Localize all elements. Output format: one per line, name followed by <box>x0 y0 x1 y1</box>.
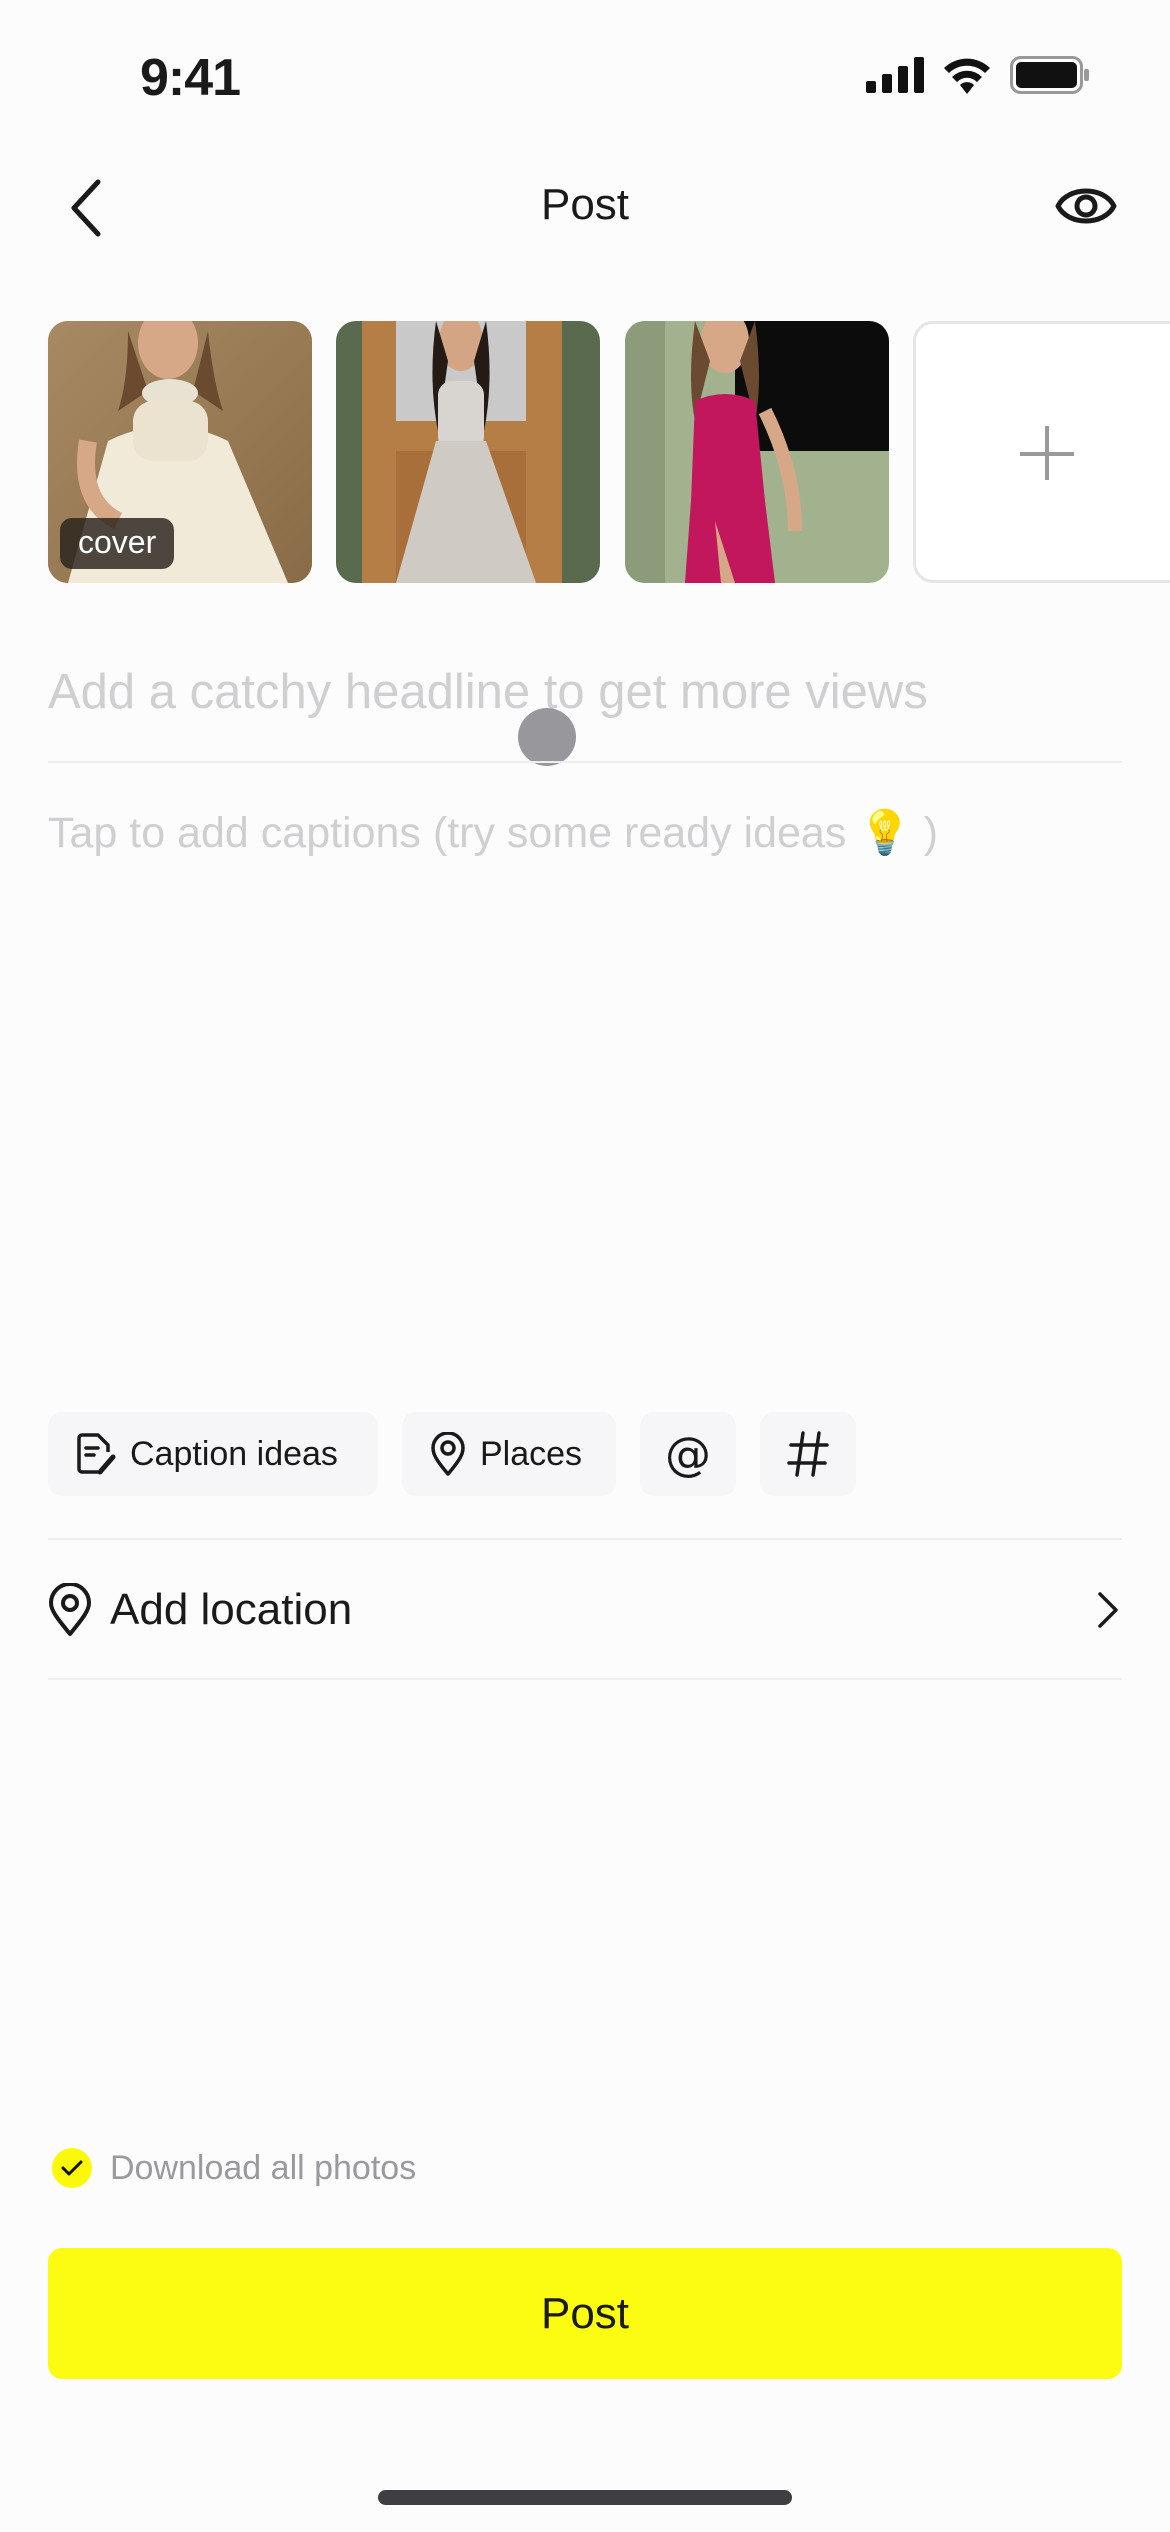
section-divider <box>48 1678 1122 1680</box>
home-indicator[interactable] <box>378 2490 792 2505</box>
photo-image <box>625 321 889 583</box>
battery-icon <box>1010 56 1089 94</box>
eye-icon <box>1055 188 1117 224</box>
chip-label: Places <box>480 1434 583 1473</box>
caption-input[interactable]: Tap to add captions (try some ready idea… <box>48 808 1122 858</box>
lightbulb-icon: 💡 <box>858 809 912 857</box>
hashtag-chip[interactable] <box>760 1412 856 1496</box>
photo-thumbnail-3[interactable] <box>625 321 889 583</box>
headline-divider <box>48 761 1122 763</box>
photo-image <box>336 321 600 583</box>
preview-button[interactable] <box>1054 180 1118 232</box>
location-pin-icon <box>431 1432 465 1476</box>
photo-thumbnail-2[interactable] <box>336 321 600 583</box>
status-icons <box>866 56 1090 94</box>
status-time: 9:41 <box>140 49 241 107</box>
section-divider <box>48 1538 1122 1540</box>
caption-placeholder: Tap to add captions (try some ready idea… <box>48 809 847 857</box>
location-pin-icon <box>49 1583 91 1636</box>
hashtag-icon <box>787 1431 829 1477</box>
page-title: Post <box>540 180 630 229</box>
chevron-right-icon <box>1098 1592 1118 1628</box>
download-label: Download all photos <box>110 2148 417 2187</box>
checkbox-checked[interactable] <box>52 2148 92 2188</box>
download-all-photos-toggle[interactable]: Download all photos <box>52 2148 416 2188</box>
cover-badge: cover <box>60 518 175 569</box>
chip-label: Caption ideas <box>130 1434 338 1473</box>
add-location-label: Add location <box>110 1585 353 1634</box>
cellular-signal-icon <box>866 57 924 93</box>
places-chip[interactable]: Places <box>402 1412 616 1496</box>
mention-chip[interactable]: @ <box>640 1412 736 1496</box>
post-button[interactable]: Post <box>48 2248 1122 2379</box>
add-location-row[interactable]: Add location <box>48 1560 1122 1660</box>
at-icon: @ <box>665 1427 711 1481</box>
add-photo-button[interactable] <box>913 321 1170 583</box>
checkmark-icon <box>61 2160 83 2176</box>
wifi-icon <box>944 58 990 94</box>
headline-input[interactable]: Add a catchy headline to get more views <box>48 664 1122 720</box>
caption-ideas-chip[interactable]: Caption ideas <box>48 1412 378 1496</box>
caption-placeholder-suffix: ) <box>923 809 939 857</box>
touch-indicator <box>518 708 576 766</box>
photo-thumbnail-1[interactable]: cover <box>48 321 312 583</box>
caption-edit-icon <box>77 1433 116 1475</box>
